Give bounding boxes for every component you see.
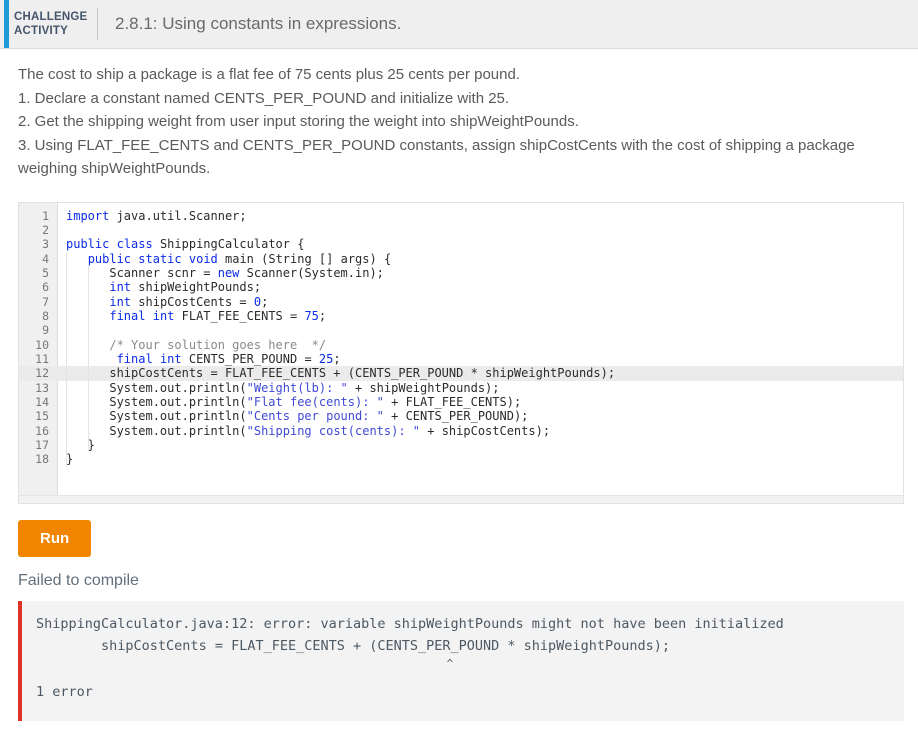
code-text: System.out.println("Cents per pound: " +… [66,409,529,424]
code-text: int shipWeightPounds; [109,280,262,295]
line-number: 9 [42,323,49,338]
code-text: /* Your solution goes here */ [109,337,327,352]
code-line[interactable]: 8 final int FLAT_FEE_CENTS = 75; [19,309,903,323]
code-line[interactable]: 1 import java.util.Scanner; [19,209,903,223]
code-line[interactable]: 14 System.out.println("Flat fee(cents): … [19,395,903,409]
line-number: 1 [42,208,49,223]
challenge-activity-label-line2: ACTIVITY [14,25,68,37]
problem-statement: The cost to ship a package is a flat fee… [0,49,918,181]
editor-horizontal-scrollbar[interactable] [19,494,903,503]
line-number: 6 [42,280,49,295]
page-title: 2.8.1: Using constants in expressions. [115,14,402,33]
line-number: 3 [42,237,49,252]
code-editor-surface[interactable]: 1 import java.util.Scanner; 2 3 public class… [19,202,903,503]
code-text: public static void main (String [] args)… [87,251,392,266]
problem-statement-line-1: The cost to ship a package is a flat fee… [18,66,520,83]
code-text: final int FLAT_FEE_CENTS = 75; [109,308,327,323]
code-line[interactable]: 16 System.out.println("Shipping cost(cen… [19,424,903,438]
code-line[interactable]: 11 final int CENTS_PER_POUND = 25; [19,352,903,366]
code-line[interactable]: 13 System.out.println("Weight(lb): " + s… [19,381,903,395]
indent-guide [88,265,89,453]
compiler-error-message: ShippingCalculator.java:12: error: varia… [36,615,784,632]
line-number: 13 [35,380,49,395]
line-number: 4 [42,251,49,266]
code-line[interactable]: 5 Scanner scnr = new Scanner(System.in); [19,266,903,280]
challenge-activity-header: CHALLENGE ACTIVITY 2.8.1: Using constant… [0,0,918,49]
problem-statement-line-2: 1. Declare a constant named CENTS_PER_PO… [18,89,510,107]
line-number: 14 [35,394,49,409]
compiler-output-spacer [36,671,890,681]
code-line[interactable]: 12 shipCostCents = FLAT_FEE_CENTS + (CEN… [19,366,903,381]
line-number: 15 [35,409,49,424]
editor-actions: Run [18,519,918,557]
code-text: public class ShippingCalculator { [66,237,305,252]
line-number: 17 [35,438,49,452]
code-line[interactable]: 18} [19,452,903,466]
problem-statement-line-4: 3. Using FLAT_FEE_CENTS and CENTS_PER_PO… [18,136,855,178]
code-text: shipCostCents = FLAT_FEE_CENTS + (CENTS_… [66,366,616,381]
compiler-error-caret: ^ [36,656,454,670]
line-number: 11 [35,351,49,366]
indent-guide [66,251,67,467]
compiler-error-count: 1 error [36,683,93,700]
code-editor[interactable]: 1 import java.util.Scanner; 2 3 public class… [18,201,904,504]
line-number: 8 [42,308,49,323]
code-line[interactable]: 10 /* Your solution goes here */ [19,338,903,352]
line-number: 12 [35,366,49,381]
challenge-activity-label: CHALLENGE ACTIVITY [14,10,90,38]
problem-statement-line-3: 2. Get the shipping weight from user inp… [18,113,579,130]
compiler-error-source-line: shipCostCents = FLAT_FEE_CENTS + (CENTS_… [36,637,670,654]
code-text: System.out.println("Shipping cost(cents)… [66,423,551,438]
line-number: 16 [35,423,49,438]
code-line[interactable]: 4 public static void main (String [] arg… [19,252,903,266]
code-line[interactable]: 17 } [19,438,903,452]
compiler-output: ShippingCalculator.java:12: error: varia… [18,600,904,721]
code-text: import java.util.Scanner; [66,208,247,223]
code-text: int shipCostCents = 0; [109,294,269,309]
challenge-activity-label-line1: CHALLENGE [14,11,88,23]
code-line[interactable]: 7 int shipCostCents = 0; [19,295,903,309]
code-text: Scanner scnr = new Scanner(System.in); [66,265,384,280]
line-number: 10 [35,337,49,352]
code-content[interactable]: 1 import java.util.Scanner; 2 3 public class… [19,209,903,467]
line-number: 7 [42,294,49,309]
code-line[interactable]: 3 public class ShippingCalculator { [19,237,903,251]
code-text: System.out.println("Weight(lb): " + ship… [66,380,500,395]
compile-status: Failed to compile [18,571,139,589]
line-number: 2 [42,222,49,237]
code-text: } [66,452,74,467]
code-text: System.out.println("Flat fee(cents): " +… [66,394,522,409]
code-line[interactable]: 6 int shipWeightPounds; [19,280,903,294]
header-divider [97,8,98,40]
code-text: } [66,438,95,452]
run-button[interactable]: Run [18,519,92,557]
code-line[interactable]: 2 [19,223,903,237]
code-line[interactable]: 9 [19,323,903,337]
header-accent-bar [4,0,9,48]
code-line[interactable]: 15 System.out.println("Cents per pound: … [19,409,903,423]
code-text: final int CENTS_PER_POUND = 25; [116,351,341,366]
line-number: 18 [35,452,49,467]
line-number: 5 [42,265,49,280]
